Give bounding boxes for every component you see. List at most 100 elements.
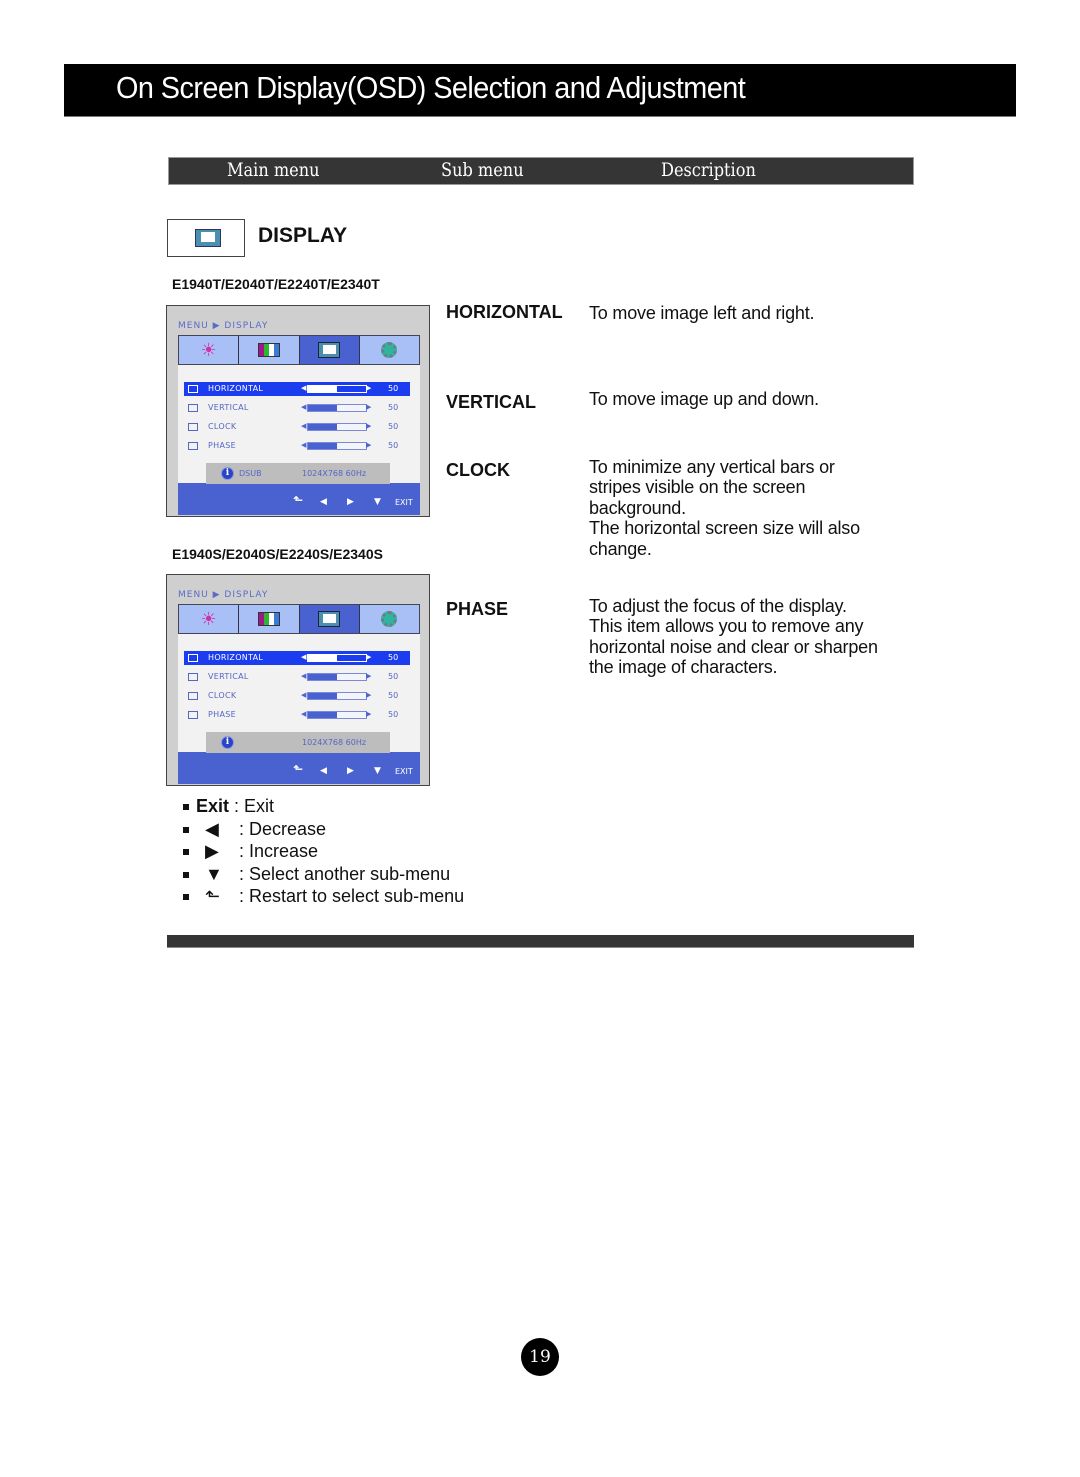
- gear-icon: [381, 611, 398, 627]
- increase-arrow-icon: ▶: [366, 653, 372, 661]
- description-line: To move image left and right.: [589, 303, 815, 323]
- horizontal-icon: [188, 385, 198, 393]
- osd-row-label: PHASE: [208, 441, 236, 450]
- model-label: E1940T/E2040T/E2240T/E2340T: [172, 276, 380, 292]
- down-triangle-icon: ▼: [205, 863, 223, 884]
- osd-row[interactable]: CLOCK ◀ ▶ 50: [184, 420, 410, 434]
- right-triangle-icon[interactable]: ▶: [347, 766, 354, 776]
- osd-row-label: VERTICAL: [208, 672, 249, 681]
- increase-arrow-icon: ▶: [366, 691, 372, 699]
- osd-slider[interactable]: [307, 385, 367, 393]
- osd-tab-display[interactable]: [299, 336, 360, 364]
- osd-row[interactable]: HORIZONTAL ◀ ▶ 50: [184, 382, 410, 396]
- osd-slider-fill: [308, 693, 337, 699]
- description-line: background.: [589, 497, 686, 518]
- osd-info-bar: i DSUB 1024X768 60Hz: [206, 463, 390, 484]
- osd-row-value: 50: [388, 653, 399, 662]
- osd-exit-button[interactable]: EXIT: [395, 498, 413, 507]
- column-description: Description: [661, 159, 756, 181]
- right-triangle-icon[interactable]: ▶: [347, 497, 354, 507]
- down-triangle-icon[interactable]: ▼: [374, 497, 381, 507]
- osd-panel: MENU ▶ DISPLAY ☀ HORIZONTAL ◀ ▶ 50 VERTI…: [166, 574, 430, 786]
- display-menu-button: [167, 219, 245, 257]
- left-triangle-icon[interactable]: ◀: [320, 766, 327, 776]
- right-triangle-icon: ▶: [205, 841, 219, 861]
- osd-row[interactable]: VERTICAL ◀ ▶ 50: [184, 401, 410, 415]
- osd-tab-picture[interactable]: ☀: [179, 605, 240, 633]
- model-label: E1940S/E2040S/E2240S/E2340S: [172, 546, 383, 562]
- description-line: The horizontal screen size will also: [589, 518, 860, 539]
- display-icon: [318, 611, 341, 627]
- description-line: To adjust the focus of the display.: [589, 596, 847, 616]
- down-triangle-icon[interactable]: ▼: [374, 766, 381, 776]
- osd-row[interactable]: CLOCK ◀ ▶ 50: [184, 689, 410, 703]
- bullet-icon: [183, 804, 189, 810]
- osd-row-label: CLOCK: [208, 422, 237, 431]
- osd-tab-color[interactable]: [239, 605, 300, 633]
- osd-slider[interactable]: [307, 442, 367, 450]
- legend-text: : Decrease: [239, 818, 327, 839]
- increase-arrow-icon: ▶: [366, 441, 372, 449]
- left-triangle-icon: ◀: [205, 818, 219, 839]
- osd-row-label: VERTICAL: [208, 403, 249, 412]
- page-number: 19: [521, 1338, 559, 1376]
- legend-text: : Restart to select sub-menu: [239, 886, 465, 906]
- osd-info-bar: i 1024X768 60Hz: [206, 732, 390, 753]
- main-menu-label: DISPLAY: [258, 224, 348, 247]
- color-icon: [257, 612, 280, 626]
- clock-icon: [188, 692, 198, 700]
- osd-slider[interactable]: [307, 711, 367, 719]
- increase-arrow-icon: ▶: [366, 384, 372, 392]
- osd-exit-button[interactable]: EXIT: [395, 767, 413, 776]
- brightness-icon: ☀: [200, 609, 217, 629]
- osd-slider[interactable]: [307, 404, 367, 412]
- left-triangle-icon[interactable]: ◀: [320, 497, 327, 507]
- osd-tab-picture[interactable]: ☀: [179, 336, 240, 364]
- description-line: the image of characters.: [589, 657, 778, 678]
- description-line: horizontal noise and clear or sharpen: [589, 636, 878, 657]
- osd-slider[interactable]: [307, 692, 367, 700]
- description-vertical: To move image up and down.: [589, 389, 919, 409]
- brightness-icon: ☀: [200, 340, 217, 360]
- description-line: change.: [589, 538, 652, 559]
- osd-row[interactable]: PHASE ◀ ▶ 50: [184, 439, 410, 453]
- osd-row-value: 50: [388, 384, 399, 393]
- osd-row-label: HORIZONTAL: [208, 653, 264, 662]
- osd-breadcrumb: MENU ▶ DISPLAY: [178, 590, 269, 600]
- bullet-icon: [183, 826, 189, 833]
- osd-slider[interactable]: [307, 423, 367, 431]
- osd-row-label: PHASE: [208, 710, 236, 719]
- osd-row[interactable]: HORIZONTAL ◀ ▶ 50: [184, 651, 410, 665]
- return-arrow-icon[interactable]: ⬑: [293, 762, 303, 776]
- osd-row-value: 50: [388, 441, 399, 450]
- info-icon: i: [221, 736, 234, 749]
- description-line: To minimize any vertical bars or: [589, 457, 835, 477]
- bullet-icon: [183, 871, 189, 878]
- description-line: To move image up and down.: [589, 389, 819, 409]
- legend-text: : Exit: [234, 796, 275, 816]
- osd-row[interactable]: PHASE ◀ ▶ 50: [184, 708, 410, 722]
- osd-resolution: 1024X768 60Hz: [302, 738, 367, 747]
- osd-slider-fill: [308, 405, 337, 411]
- vertical-icon: [188, 404, 198, 412]
- legend-text: : Select another sub-menu: [239, 863, 451, 884]
- osd-row[interactable]: VERTICAL ◀ ▶ 50: [184, 670, 410, 684]
- section-divider: [167, 935, 914, 948]
- bullet-icon: [183, 849, 189, 855]
- color-icon: [257, 343, 280, 357]
- display-icon: [318, 342, 341, 358]
- vertical-icon: [188, 673, 198, 681]
- legend-exit-key: Exit: [196, 796, 230, 816]
- phase-icon: [188, 711, 198, 719]
- osd-tab-setup[interactable]: [360, 336, 419, 364]
- increase-arrow-icon: ▶: [366, 672, 372, 680]
- osd-tab-color[interactable]: [239, 336, 300, 364]
- decrease-arrow-icon: ◀: [301, 710, 307, 718]
- osd-slider[interactable]: [307, 673, 367, 681]
- column-header: Main menu Sub menu Description: [168, 157, 914, 185]
- osd-tab-setup[interactable]: [360, 605, 419, 633]
- osd-resolution: 1024X768 60Hz: [302, 469, 367, 478]
- osd-tab-display[interactable]: [299, 605, 360, 633]
- osd-slider[interactable]: [307, 654, 367, 662]
- return-arrow-icon[interactable]: ⬑: [293, 493, 303, 507]
